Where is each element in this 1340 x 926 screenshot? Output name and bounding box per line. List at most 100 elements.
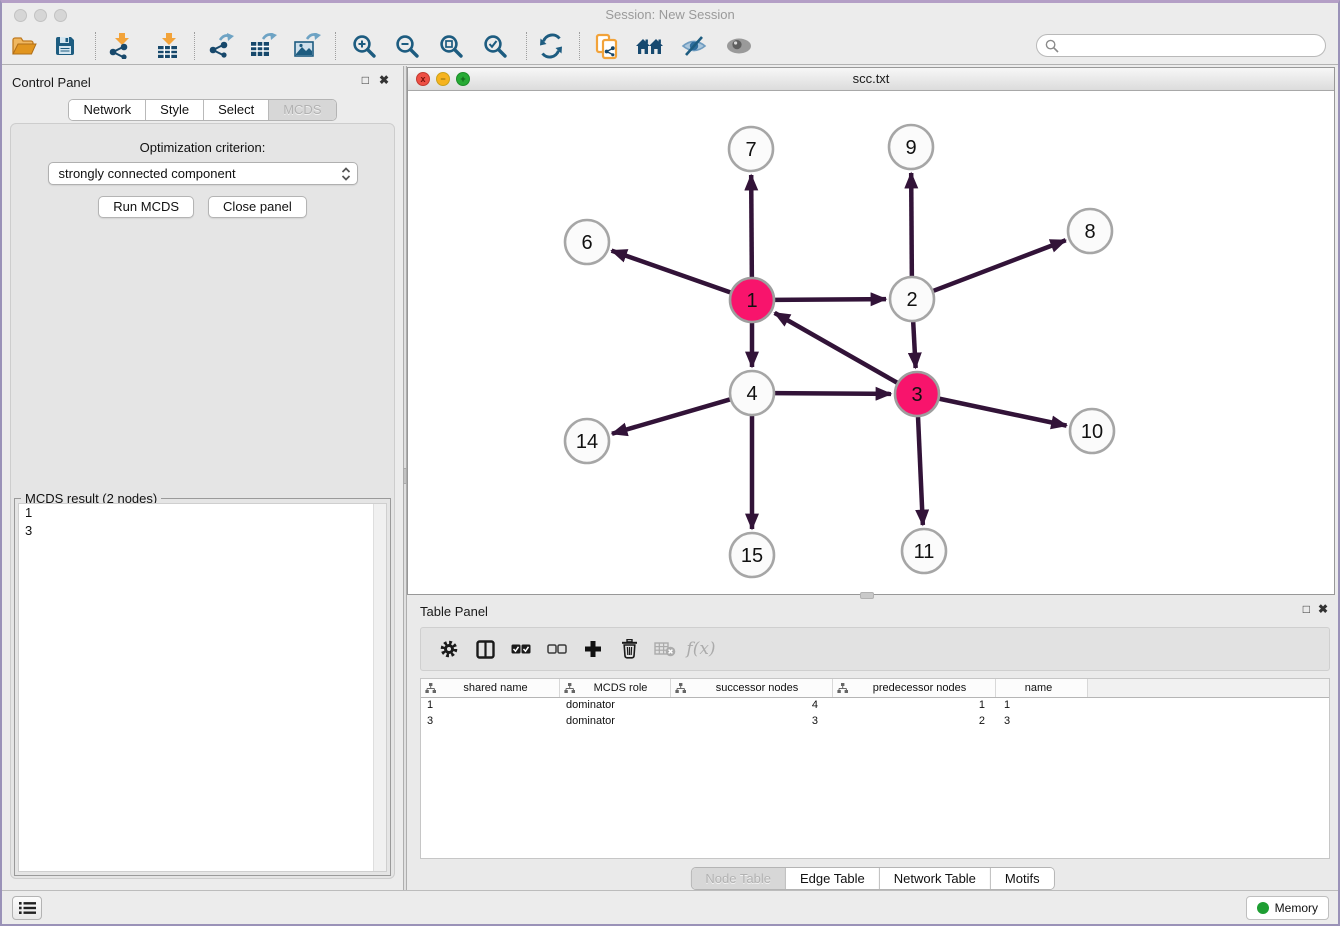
zoom-window-button[interactable] [54,9,67,22]
graph-edge[interactable] [751,175,752,277]
delete-column-button[interactable] [611,639,647,659]
clone-network-button[interactable] [590,29,624,63]
add-column-button[interactable] [575,640,611,658]
column-header-predecessor-nodes[interactable]: predecessor nodes [833,679,996,697]
close-table-panel-icon[interactable]: ✖ [1318,602,1328,616]
deselect-all-columns-button[interactable] [539,643,575,655]
graph-edge[interactable] [775,393,891,394]
delete-table-button[interactable] [647,641,683,657]
run-mcds-button[interactable]: Run MCDS [98,196,194,218]
hide-selected-button[interactable] [677,29,711,63]
zoom-selected-button[interactable] [478,29,512,63]
graph-node-label: 7 [745,139,756,161]
close-panel-icon[interactable]: ✖ [379,73,389,87]
graph-edge[interactable] [918,417,923,525]
result-scrollbar[interactable] [373,504,386,871]
network-window-titlebar[interactable]: x − + scc.txt [408,68,1334,91]
float-panel-icon[interactable]: □ [362,73,369,87]
open-file-button[interactable] [7,29,41,63]
delete-table-icon [654,641,676,657]
memory-label: Memory [1275,901,1318,915]
column-header-successor-nodes[interactable]: successor nodes [671,679,833,697]
status-bar: Memory [2,890,1338,924]
zoom-out-button[interactable] [390,29,424,63]
zoom-fit-button[interactable] [434,29,468,63]
tab-network-table[interactable]: Network Table [880,868,991,889]
column-tree-icon [425,683,436,694]
graph-edge[interactable] [933,240,1065,291]
node-table[interactable]: shared name MCDS role successor nodes [420,678,1330,859]
network-graph[interactable]: 7968124314101511 [408,91,1334,594]
save-session-button[interactable] [48,29,82,63]
export-network-button[interactable] [203,29,237,63]
result-line: 3 [19,522,386,540]
column-header-shared-name[interactable]: shared name [421,679,560,697]
float-table-panel-icon[interactable]: □ [1303,602,1310,616]
split-view-icon [476,640,495,659]
tab-edge-table[interactable]: Edge Table [786,868,880,889]
export-image-button[interactable] [290,29,324,63]
network-zoom-button[interactable]: + [456,72,470,86]
search-input[interactable] [1063,39,1325,53]
graph-node-label: 6 [581,232,592,254]
close-panel-button[interactable]: Close panel [208,196,307,218]
tab-network[interactable]: Network [69,100,146,120]
houses-icon [635,34,665,58]
select-all-columns-button[interactable] [503,643,539,655]
function-icon: f(x) [686,639,715,659]
graph-node-label: 3 [911,384,922,406]
refresh-view-button[interactable] [534,29,568,63]
graph-edge[interactable] [940,399,1067,426]
graph-edge[interactable] [612,399,730,433]
control-panel-title: Control Panel [12,75,91,90]
first-neighbors-button[interactable] [633,29,667,63]
header-filler [1088,679,1329,697]
network-close-button[interactable]: x [416,72,430,86]
toolbar-separator [194,32,195,60]
graph-node-label: 4 [746,383,757,405]
open-folder-icon [11,35,37,57]
show-all-button[interactable] [722,29,756,63]
graph-edge[interactable] [913,322,915,368]
table-settings-button[interactable] [431,639,467,659]
task-history-button[interactable] [12,896,42,920]
minimize-window-button[interactable] [34,9,47,22]
graph-node-label: 9 [905,137,916,159]
network-minimize-button[interactable]: − [436,72,450,86]
graph-node-label: 1 [746,290,757,312]
zoom-in-button[interactable] [347,29,381,63]
table-row[interactable]: 1 dominator 4 1 1 [421,698,1329,714]
split-table-view-button[interactable] [467,640,503,659]
tab-node-table[interactable]: Node Table [691,868,786,889]
zoom-selected-icon [483,34,508,59]
graph-edge[interactable] [612,251,731,293]
graph-node-label: 10 [1081,421,1103,443]
function-builder-button[interactable]: f(x) [683,639,719,659]
graph-edge[interactable] [775,299,886,300]
mcds-result-box[interactable]: 1 3 [18,503,387,872]
memory-button[interactable]: Memory [1246,896,1329,920]
horizontal-splitter-grip[interactable] [860,592,874,599]
zoom-fit-icon [439,34,464,59]
tab-motifs[interactable]: Motifs [991,868,1054,889]
tab-mcds[interactable]: MCDS [269,100,335,120]
control-panel-tabs: Network Style Select MCDS [2,99,403,121]
toolbar-separator [579,32,580,60]
export-table-button[interactable] [246,29,280,63]
tab-style[interactable]: Style [146,100,204,120]
import-network-button[interactable] [103,29,137,63]
network-view-window: x − + scc.txt 7968124314101511 [407,67,1335,595]
search-field[interactable] [1036,34,1326,57]
table-row[interactable]: 3 dominator 3 2 3 [421,714,1329,730]
export-network-icon [207,33,234,59]
graph-edge[interactable] [775,313,897,383]
column-header-name[interactable]: name [996,679,1088,697]
import-table-button[interactable] [150,29,184,63]
column-header-mcds-role[interactable]: MCDS role [560,679,671,697]
table-tabs: Node Table Edge Table Network Table Moti… [690,867,1054,890]
network-canvas[interactable]: 7968124314101511 [408,91,1334,594]
close-window-button[interactable] [14,9,27,22]
graph-edge[interactable] [911,173,912,276]
optimization-criterion-select[interactable]: strongly connected component [48,162,358,185]
tab-select[interactable]: Select [204,100,269,120]
